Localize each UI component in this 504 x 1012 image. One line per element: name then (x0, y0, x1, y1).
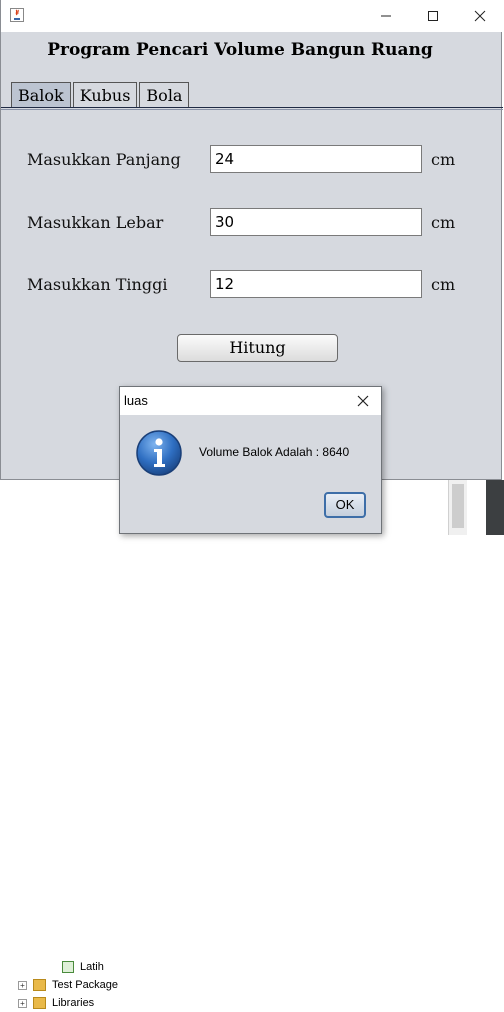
close-icon (357, 395, 369, 407)
minimize-button[interactable] (363, 0, 409, 32)
ide-scrollbar[interactable] (448, 480, 467, 535)
page-title: Program Pencari Volume Bangun Ruang (47, 40, 433, 60)
lebar-unit: cm (431, 213, 456, 232)
tree-item-test-packages[interactable]: + Test Package (18, 976, 118, 994)
library-folder-icon (33, 997, 46, 1009)
java-app-icon (10, 8, 24, 22)
close-icon (474, 10, 486, 22)
tab-bar: Balok Kubus Bola (11, 82, 191, 108)
java-file-icon (62, 961, 74, 973)
tinggi-label: Masukkan Tinggi (27, 275, 168, 294)
dialog-close-button[interactable] (353, 391, 373, 411)
scrollbar-thumb[interactable] (452, 484, 464, 528)
maximize-icon (428, 11, 438, 21)
tinggi-input[interactable]: 12 (210, 270, 422, 298)
info-icon (136, 430, 182, 476)
tab-divider-shadow (1, 109, 503, 110)
expand-icon[interactable]: + (18, 980, 27, 990)
expand-icon[interactable]: + (18, 998, 27, 1008)
lebar-label: Masukkan Lebar (27, 213, 164, 232)
minimize-icon (381, 15, 391, 17)
panjang-input[interactable]: 24 (210, 145, 422, 173)
tab-kubus[interactable]: Kubus (72, 82, 138, 108)
dialog-title: luas (124, 393, 148, 408)
panjang-unit: cm (431, 150, 456, 169)
tree-item-label: Latih (80, 961, 104, 973)
maximize-button[interactable] (410, 0, 456, 32)
title-bar[interactable] (1, 0, 503, 32)
ok-button[interactable]: OK (324, 492, 366, 518)
dialog-title-bar[interactable]: luas (120, 387, 381, 415)
tree-item-libraries[interactable]: + Libraries (18, 994, 94, 1012)
package-folder-icon (33, 979, 46, 991)
tab-bola[interactable]: Bola (139, 82, 190, 108)
ide-side-panel (486, 480, 504, 535)
message-dialog: luas Volume Balok Adalah : 8640 OK (119, 386, 382, 534)
tinggi-unit: cm (431, 275, 456, 294)
tree-item-file[interactable]: Latih (62, 958, 104, 976)
tab-divider (1, 107, 503, 108)
close-button[interactable] (457, 0, 503, 32)
tab-balok[interactable]: Balok (11, 82, 71, 108)
lebar-input[interactable]: 30 (210, 208, 422, 236)
tree-item-label: Test Package (52, 979, 119, 991)
panjang-label: Masukkan Panjang (27, 150, 181, 169)
tree-item-label: Libraries (52, 997, 95, 1009)
dialog-message: Volume Balok Adalah : 8640 (199, 445, 350, 459)
hitung-button[interactable]: Hitung (177, 334, 338, 362)
